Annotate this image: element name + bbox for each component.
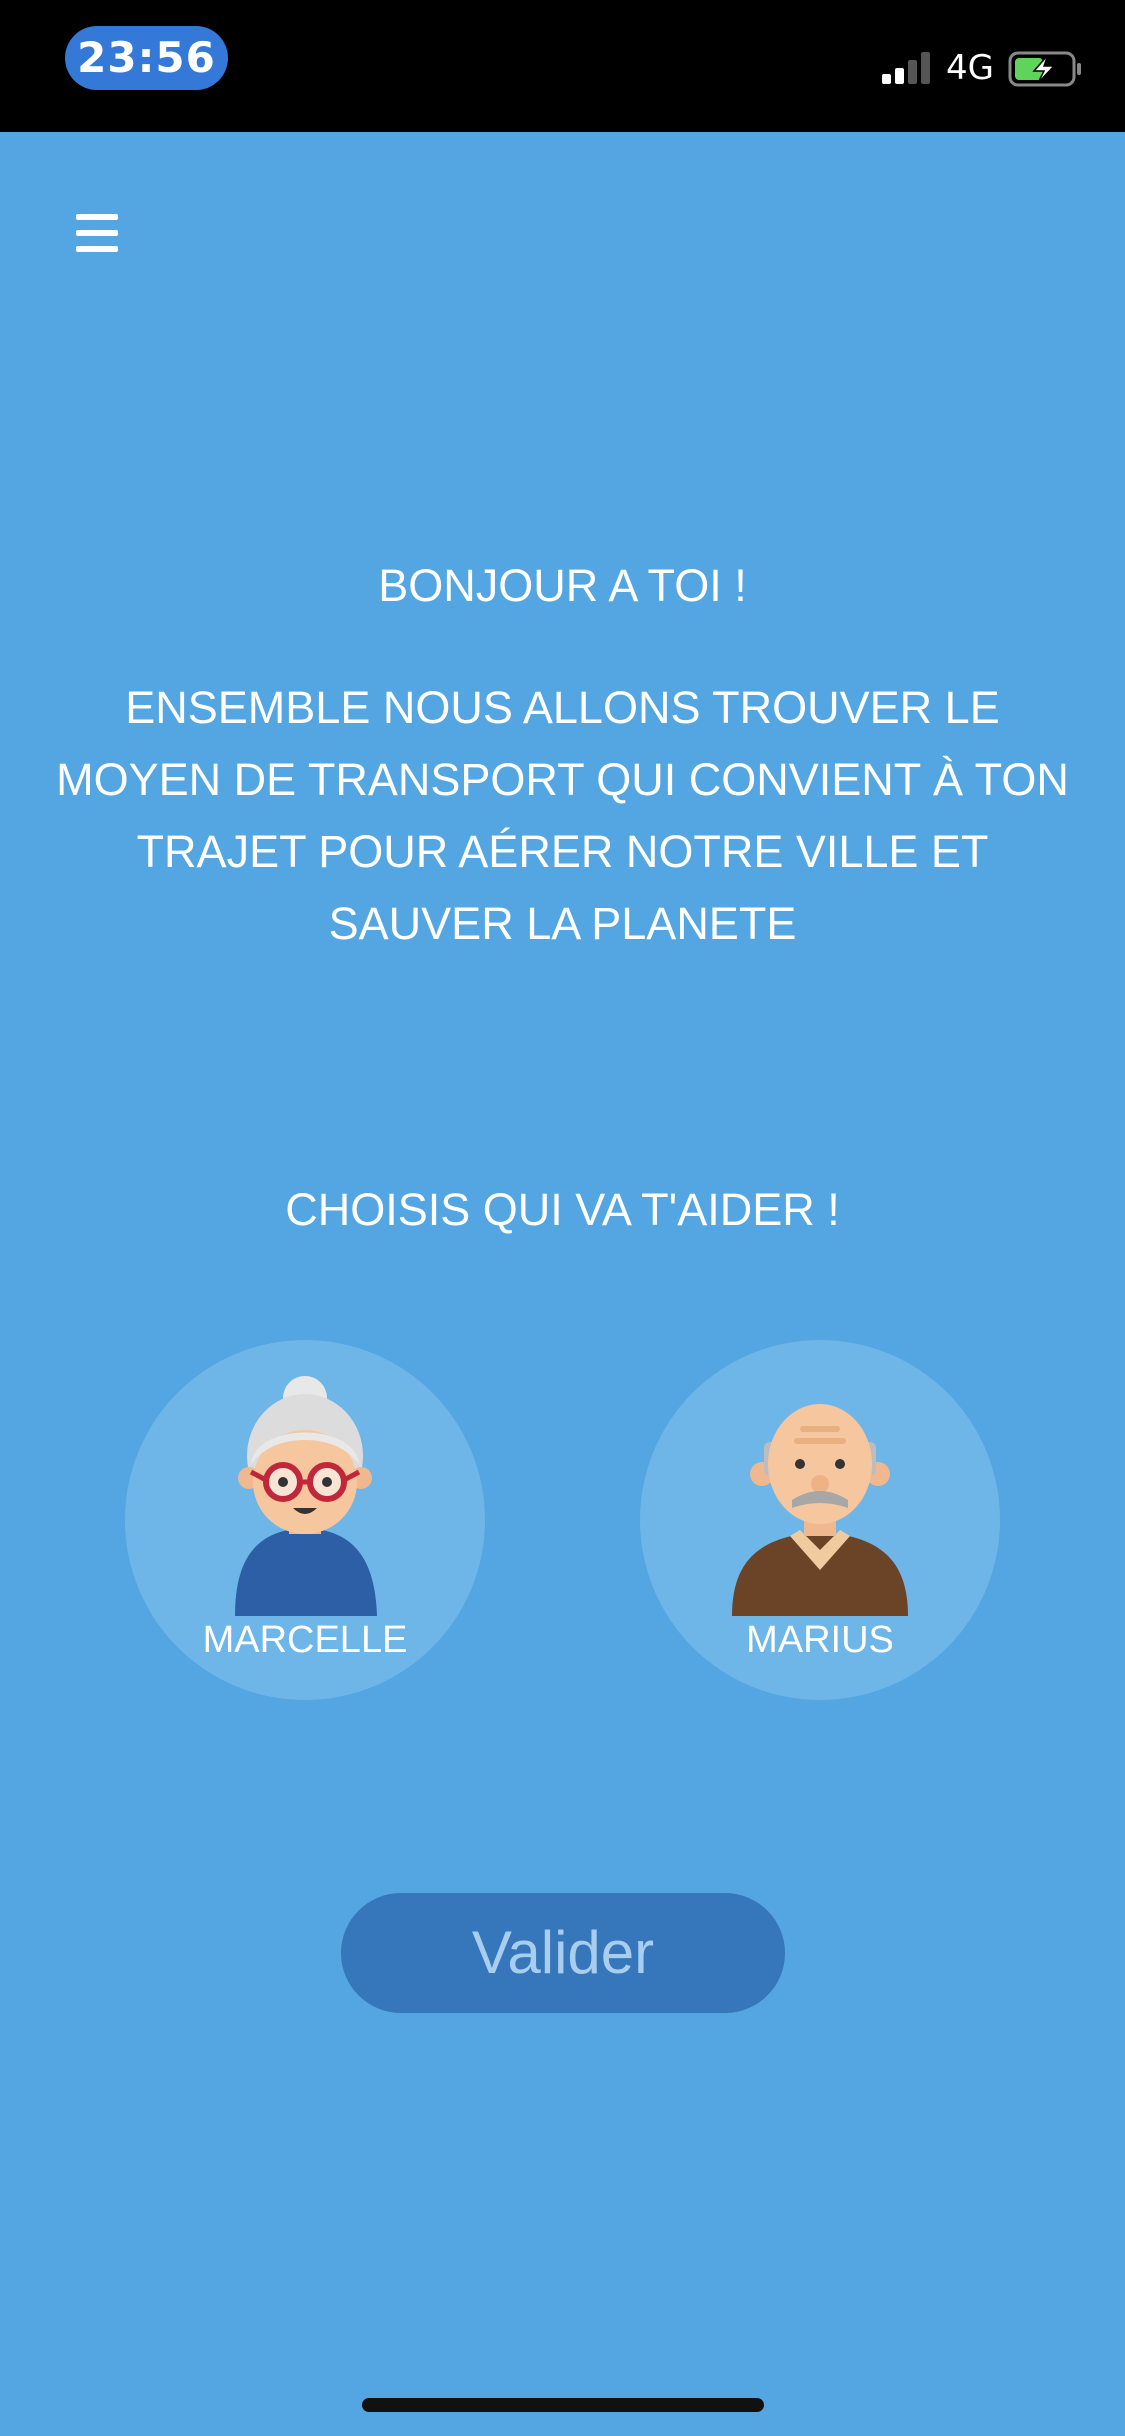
assistant-option-marcelle[interactable]: MARCELLE xyxy=(125,1340,485,1700)
home-indicator[interactable] xyxy=(362,2398,764,2412)
menu-line xyxy=(76,246,118,252)
status-time: 23:56 xyxy=(65,26,228,90)
hamburger-menu-icon[interactable] xyxy=(62,200,134,272)
validate-button[interactable]: Valider xyxy=(341,1893,785,2013)
grandfather-avatar-icon xyxy=(732,1404,908,1616)
intro-text: ENSEMBLE NOUS ALLONS TROUVER LE MOYEN DE… xyxy=(56,682,1069,949)
status-bar: 23:56 4G xyxy=(0,0,1125,132)
signal-icon xyxy=(882,52,930,84)
network-type: 4G xyxy=(946,48,994,88)
app-screen: 23:56 4G BONJOUR A TOI ! ENSEMBLE NOUS A… xyxy=(0,0,1125,2436)
assistant-name-marcelle: MARCELLE xyxy=(202,1619,408,1661)
choose-assistant-prompt: CHOISIS QUI VA T'AIDER ! xyxy=(285,1184,840,1235)
assistant-name-marius: MARIUS xyxy=(746,1619,894,1661)
assistant-option-marius[interactable]: MARIUS xyxy=(640,1340,1000,1700)
greeting-heading: BONJOUR A TOI ! xyxy=(378,560,747,611)
grandmother-avatar-icon xyxy=(235,1376,377,1616)
battery-charging-icon xyxy=(1008,51,1081,87)
menu-line xyxy=(76,230,118,236)
menu-line xyxy=(76,214,118,220)
